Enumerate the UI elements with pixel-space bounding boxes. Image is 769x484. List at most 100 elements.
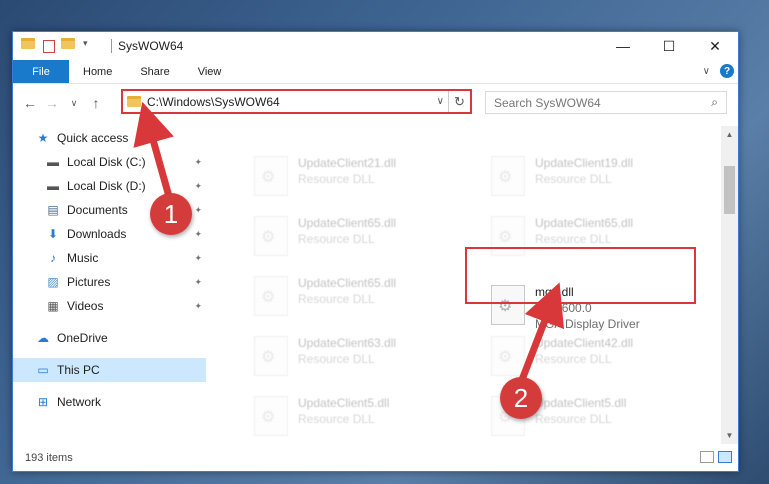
pin-icon: ✦ bbox=[194, 252, 202, 263]
sidebar-item-label: This PC bbox=[57, 363, 100, 377]
file-name: UpdateClient65.dll bbox=[298, 216, 397, 230]
pin-icon: ✦ bbox=[194, 228, 202, 239]
step-badge-2: 2 bbox=[500, 377, 542, 419]
sidebar-item-label: Network bbox=[57, 395, 102, 409]
sidebar-item-label: Music bbox=[67, 251, 99, 265]
tab-share[interactable]: Share bbox=[126, 60, 183, 83]
sidebar-item-label: OneDrive bbox=[57, 331, 108, 345]
tab-view[interactable]: View bbox=[184, 60, 236, 83]
file-description: Resource DLL bbox=[298, 292, 375, 306]
dll-file-icon bbox=[491, 156, 525, 196]
vertical-scrollbar[interactable]: ▲ ▼ bbox=[721, 126, 738, 444]
file-item[interactable]: UpdateClient5.dll Resource DLL bbox=[238, 390, 458, 444]
title-bar: ▾ SysWOW64 — ☐ ✕ bbox=[13, 32, 738, 60]
drive-icon: ▬ bbox=[47, 179, 59, 193]
pin-icon: ✦ bbox=[194, 156, 202, 167]
sidebar-item-this-pc[interactable]: ▭ This PC bbox=[13, 358, 206, 382]
scroll-down-icon[interactable]: ▼ bbox=[721, 427, 738, 444]
dll-file-icon bbox=[254, 396, 288, 436]
sidebar-item-pictures[interactable]: ▨ Pictures ✦ bbox=[13, 270, 206, 294]
search-input[interactable]: Search SysWOW64 ⌕ bbox=[485, 91, 727, 114]
details-view-icon[interactable] bbox=[700, 451, 714, 463]
address-dropdown-icon[interactable]: ∨ bbox=[437, 96, 444, 107]
network-icon: ⊞ bbox=[37, 395, 49, 409]
sidebar-item-onedrive[interactable]: ☁ OneDrive bbox=[13, 326, 206, 350]
tab-home[interactable]: Home bbox=[69, 60, 126, 83]
documents-icon: ▤ bbox=[47, 203, 59, 217]
file-name: UpdateClient42.dll bbox=[535, 336, 634, 350]
up-button[interactable]: ↑ bbox=[85, 95, 107, 111]
title-separator bbox=[111, 39, 112, 53]
pictures-icon: ▨ bbox=[47, 275, 59, 289]
sidebar-item-label: Pictures bbox=[67, 275, 111, 289]
recent-locations-button[interactable]: ∨ bbox=[63, 98, 85, 109]
file-item[interactable]: UpdateClient63.dll Resource DLL bbox=[238, 330, 458, 386]
expand-ribbon-icon[interactable]: ∨ bbox=[703, 66, 710, 77]
sidebar-item-network[interactable]: ⊞ Network bbox=[13, 390, 206, 414]
address-row: ← → ∨ ↑ C:\Windows\SysWOW64 ∨ ↻ Search S… bbox=[13, 84, 738, 122]
file-description: Resource DLL bbox=[298, 352, 375, 366]
file-name: UpdateClient19.dll bbox=[535, 156, 634, 170]
scroll-up-icon[interactable]: ▲ bbox=[721, 126, 738, 143]
customize-toolbar-icon[interactable]: ▾ bbox=[83, 38, 99, 54]
dll-file-icon bbox=[254, 216, 288, 256]
status-bar: 193 items bbox=[13, 445, 738, 471]
file-item[interactable]: UpdateClient21.dll Resource DLL bbox=[238, 150, 458, 206]
dll-file-icon bbox=[491, 336, 525, 376]
folder-icon bbox=[127, 96, 141, 107]
mga-dll-highlight bbox=[465, 247, 696, 304]
step-badge-1: 1 bbox=[150, 193, 192, 235]
refresh-button[interactable]: ↻ bbox=[448, 91, 470, 112]
pin-icon: ✦ bbox=[194, 204, 202, 215]
computer-icon: ▭ bbox=[37, 363, 49, 377]
ribbon-right-icons: ∨ ? bbox=[703, 64, 734, 78]
maximize-button[interactable]: ☐ bbox=[646, 32, 692, 60]
sidebar-item-music[interactable]: ♪ Music ✦ bbox=[13, 246, 206, 270]
sidebar-item-videos[interactable]: ▦ Videos ✦ bbox=[13, 294, 206, 318]
drive-icon: ▬ bbox=[47, 155, 59, 169]
search-placeholder: Search SysWOW64 bbox=[494, 95, 601, 110]
star-icon: ★ bbox=[37, 131, 49, 145]
forward-button[interactable]: → bbox=[41, 95, 63, 111]
large-icons-view-icon[interactable] bbox=[718, 451, 732, 463]
sidebar-item-label: Local Disk (D:) bbox=[67, 179, 146, 193]
file-item[interactable]: UpdateClient19.dll Resource DLL bbox=[475, 150, 695, 206]
sidebar-item-quick-access[interactable]: ★ Quick access bbox=[13, 126, 206, 150]
new-folder-icon[interactable] bbox=[61, 38, 77, 54]
file-name: UpdateClient21.dll bbox=[298, 156, 397, 170]
sidebar-item-label: Local Disk (C:) bbox=[67, 155, 146, 169]
pin-icon: ✦ bbox=[194, 276, 202, 287]
ribbon-tabs: File Home Share View ∨ ? bbox=[13, 60, 738, 84]
scroll-thumb[interactable] bbox=[724, 166, 735, 214]
search-icon: ⌕ bbox=[711, 95, 718, 109]
address-bar[interactable]: C:\Windows\SysWOW64 ∨ ↻ bbox=[121, 89, 472, 114]
file-description: MGA Display Driver bbox=[535, 317, 640, 331]
file-item[interactable]: UpdateClient42.dll Resource DLL bbox=[475, 330, 695, 386]
view-switcher bbox=[700, 451, 732, 463]
dll-file-icon bbox=[254, 156, 288, 196]
file-description: Resource DLL bbox=[535, 352, 612, 366]
sidebar-item-local-disk-c[interactable]: ▬ Local Disk (C:) ✦ bbox=[13, 150, 206, 174]
sidebar-item-label: Documents bbox=[67, 203, 128, 217]
minimize-button[interactable]: — bbox=[600, 32, 646, 60]
file-item[interactable]: UpdateClient65.dll Resource DLL bbox=[238, 210, 458, 266]
file-description: Resource DLL bbox=[298, 412, 375, 426]
file-name: UpdateClient5.dll bbox=[535, 396, 627, 410]
videos-icon: ▦ bbox=[47, 299, 59, 313]
back-button[interactable]: ← bbox=[19, 95, 41, 111]
tab-file[interactable]: File bbox=[13, 60, 69, 83]
window-title: SysWOW64 bbox=[118, 39, 184, 53]
close-button[interactable]: ✕ bbox=[692, 32, 738, 60]
sidebar-item-label: Downloads bbox=[67, 227, 127, 241]
help-icon[interactable]: ? bbox=[720, 64, 734, 78]
file-name: UpdateClient63.dll bbox=[298, 336, 397, 350]
onedrive-icon: ☁ bbox=[37, 331, 49, 345]
file-description: Resource DLL bbox=[535, 172, 612, 186]
file-item[interactable]: UpdateClient65.dll Resource DLL bbox=[238, 270, 458, 326]
file-name: UpdateClient5.dll bbox=[298, 396, 390, 410]
file-description: Resource DLL bbox=[535, 232, 612, 246]
dll-file-icon bbox=[254, 276, 288, 316]
address-path[interactable]: C:\Windows\SysWOW64 bbox=[147, 95, 280, 109]
file-description: Resource DLL bbox=[298, 232, 375, 246]
properties-icon[interactable] bbox=[43, 39, 55, 53]
